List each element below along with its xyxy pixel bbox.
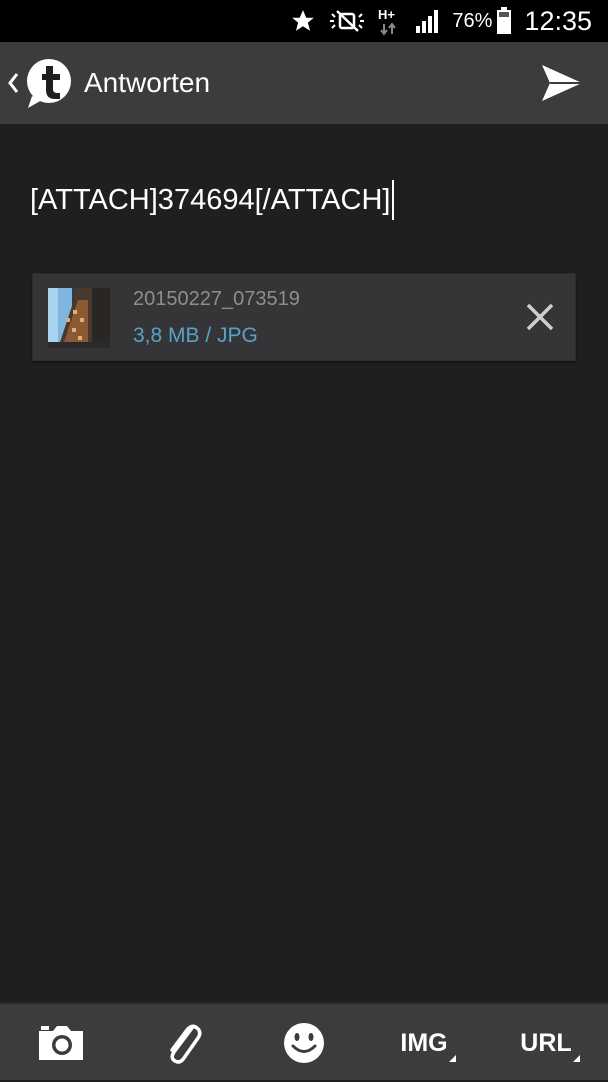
camera-icon	[39, 1026, 83, 1060]
network-type-icon: H+	[378, 6, 402, 36]
clock: 12:35	[524, 5, 592, 36]
camera-button[interactable]	[34, 1004, 88, 1082]
star-icon	[290, 8, 316, 34]
attachment-file-name: 20150227_073519	[133, 288, 300, 310]
battery-icon	[496, 7, 512, 35]
back-button[interactable]: Antworten	[0, 42, 210, 124]
status-bar: H+ 76% 12:35	[0, 0, 608, 42]
reply-text-value: [ATTACH]374694[/ATTACH]	[30, 184, 391, 216]
tapatalk-logo-icon	[27, 59, 71, 108]
url-tag-label: URL	[520, 1028, 580, 1062]
img-tag-label: IMG	[400, 1028, 456, 1062]
attachment-file-info: 3,8 MB / JPG	[133, 324, 258, 347]
smiley-icon	[284, 1023, 324, 1063]
close-icon[interactable]	[523, 300, 557, 334]
send-icon[interactable]	[540, 61, 584, 105]
bottom-toolbar: IMG URL	[0, 1002, 608, 1080]
image-thumbnail[interactable]	[48, 288, 110, 348]
attachment-card: 20150227_073519 3,8 MB / JPG	[32, 273, 576, 361]
url-tag-text: URL	[520, 1028, 572, 1057]
paperclip-icon	[170, 1024, 202, 1064]
reply-text-field[interactable]: [ATTACH]374694[/ATTACH]	[30, 178, 578, 222]
battery-percent: 76%	[452, 9, 493, 32]
emoji-button[interactable]	[280, 1004, 328, 1082]
dropdown-corner-icon	[572, 1054, 580, 1062]
attach-file-button[interactable]	[158, 1004, 208, 1082]
dropdown-corner-icon	[448, 1054, 456, 1062]
network-type-label: H+	[378, 7, 395, 22]
back-chevron-icon	[8, 73, 19, 93]
app-bar: Antworten	[0, 42, 608, 124]
url-tag-button[interactable]: URL	[518, 1004, 580, 1082]
page-title: Antworten	[84, 67, 211, 98]
img-tag-button[interactable]: IMG	[396, 1004, 456, 1082]
signal-icon	[414, 8, 442, 34]
mute-icon	[328, 8, 366, 34]
img-tag-text: IMG	[400, 1028, 448, 1057]
text-caret	[392, 180, 395, 220]
